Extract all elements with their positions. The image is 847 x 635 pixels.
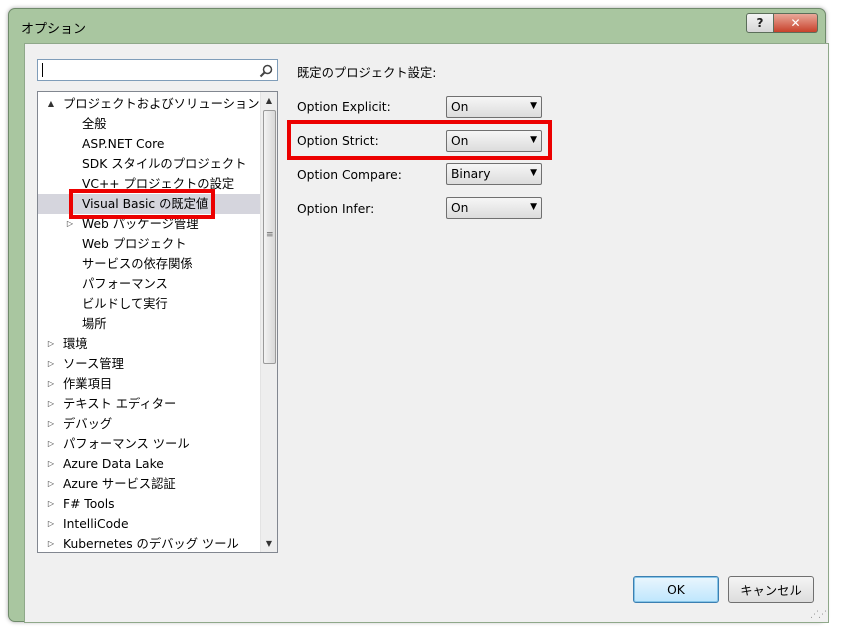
tree-item[interactable]: ASP.NET Core bbox=[38, 134, 261, 154]
tree-item-label: Web パッケージ管理 bbox=[82, 217, 199, 231]
option-infer-label: Option Infer: bbox=[297, 202, 375, 216]
tree-item[interactable]: ▷ デバッグ bbox=[38, 414, 261, 434]
scroll-down-arrow-icon[interactable]: ▼ bbox=[261, 535, 277, 552]
dialog-client-area: ▲ プロジェクトおよびソリューション 全般 ASP.NET Core SDK スタイルの… bbox=[24, 43, 829, 623]
dropdown-arrow-icon: ▼ bbox=[530, 101, 537, 111]
tree-item[interactable]: ▷ F# Tools bbox=[38, 494, 261, 514]
expand-arrow-icon[interactable]: ▷ bbox=[46, 414, 56, 434]
option-compare-select[interactable]: Binary ▼ bbox=[446, 163, 542, 185]
option-infer-select[interactable]: On ▼ bbox=[446, 197, 542, 219]
tree-item-label: ビルドして実行 bbox=[82, 297, 168, 311]
tree-item[interactable]: VC++ プロジェクトの設定 bbox=[38, 174, 261, 194]
tree-item-label: プロジェクトおよびソリューション bbox=[63, 97, 260, 111]
tree-item-label: VC++ プロジェクトの設定 bbox=[82, 177, 235, 191]
expand-arrow-icon[interactable]: ▷ bbox=[46, 354, 56, 374]
tree-item-label: 全般 bbox=[82, 117, 107, 131]
tree-item[interactable]: ▷ Azure Data Lake bbox=[38, 454, 261, 474]
expand-arrow-icon[interactable]: ▷ bbox=[46, 334, 56, 354]
tree-item-label: SDK スタイルのプロジェクト bbox=[82, 157, 247, 171]
window-title: オプション bbox=[21, 22, 87, 37]
text-caret bbox=[42, 63, 43, 77]
tree-item[interactable]: 全般 bbox=[38, 114, 261, 134]
search-icon[interactable] bbox=[258, 63, 274, 79]
tree-item[interactable]: ▷ Azure サービス認証 bbox=[38, 474, 261, 494]
expand-arrow-icon[interactable]: ▷ bbox=[46, 474, 56, 494]
tree-item-label: 場所 bbox=[82, 317, 107, 331]
expand-arrow-icon[interactable]: ▷ bbox=[46, 454, 56, 474]
options-dialog: オプション ? ✕ ▲ プロジェクトおよびソリューション 全般 ASP.NET Cor… bbox=[8, 8, 829, 623]
tree-item[interactable]: ▷ 作業項目 bbox=[38, 374, 261, 394]
resize-grip-icon[interactable]: ⋰⋰ bbox=[810, 610, 827, 620]
expand-arrow-icon[interactable]: ▷ bbox=[46, 534, 56, 552]
tree-item-label: Azure Data Lake bbox=[63, 457, 164, 471]
tree-item-label: サービスの依存関係 bbox=[82, 257, 193, 271]
tree-item-label: テキスト エディター bbox=[63, 397, 177, 411]
tree-item[interactable]: サービスの依存関係 bbox=[38, 254, 261, 274]
option-explicit-value: On bbox=[451, 100, 469, 114]
tree-item[interactable]: ▷ テキスト エディター bbox=[38, 394, 261, 414]
dropdown-arrow-icon: ▼ bbox=[530, 202, 537, 212]
tree-item[interactable]: ▷ Web パッケージ管理 bbox=[38, 214, 261, 234]
expand-arrow-icon[interactable]: ▷ bbox=[65, 214, 75, 234]
tree-item[interactable]: Web プロジェクト bbox=[38, 234, 261, 254]
expand-arrow-icon[interactable]: ▷ bbox=[46, 434, 56, 454]
tree-item[interactable]: Visual Basic の既定値 bbox=[38, 194, 261, 214]
expand-arrow-icon[interactable]: ▷ bbox=[46, 494, 56, 514]
tree-item-label: F# Tools bbox=[63, 497, 115, 511]
tree-item-label: ASP.NET Core bbox=[82, 137, 165, 151]
tree-scrollbar[interactable]: ▲ ≡ ▼ bbox=[260, 92, 277, 552]
collapse-arrow-icon[interactable]: ▲ bbox=[46, 94, 56, 114]
expand-arrow-icon[interactable]: ▷ bbox=[46, 374, 56, 394]
search-box[interactable] bbox=[37, 59, 278, 81]
tree-item[interactable]: ▷ Kubernetes のデバッグ ツール bbox=[38, 534, 261, 552]
tree-item-label: パフォーマンス ツール bbox=[63, 437, 190, 451]
dropdown-arrow-icon: ▼ bbox=[530, 168, 537, 178]
search-input[interactable] bbox=[40, 62, 254, 78]
ok-button[interactable]: OK bbox=[633, 576, 719, 603]
option-strict-label: Option Strict: bbox=[297, 134, 379, 148]
tree-item-label: 作業項目 bbox=[63, 377, 113, 391]
tree-item-label: 環境 bbox=[63, 337, 88, 351]
tree-item-label: Kubernetes のデバッグ ツール bbox=[63, 537, 239, 551]
tree-item-label: ソース管理 bbox=[63, 357, 124, 371]
window-controls: ? ✕ bbox=[746, 13, 818, 33]
tree-item[interactable]: ▲ プロジェクトおよびソリューション bbox=[38, 94, 261, 114]
tree-item[interactable]: 場所 bbox=[38, 314, 261, 334]
dropdown-arrow-icon: ▼ bbox=[530, 135, 537, 145]
option-infer-value: On bbox=[451, 201, 469, 215]
expand-arrow-icon[interactable]: ▷ bbox=[46, 394, 56, 414]
tree-item-label: パフォーマンス bbox=[82, 277, 168, 291]
scroll-up-arrow-icon[interactable]: ▲ bbox=[261, 92, 277, 109]
option-strict-select[interactable]: On ▼ bbox=[446, 130, 542, 152]
tree-item-label: デバッグ bbox=[63, 417, 113, 431]
tree-item[interactable]: ビルドして実行 bbox=[38, 294, 261, 314]
option-explicit-select[interactable]: On ▼ bbox=[446, 96, 542, 118]
option-explicit-label: Option Explicit: bbox=[297, 100, 391, 114]
scroll-thumb[interactable]: ≡ bbox=[263, 110, 276, 364]
close-button[interactable]: ✕ bbox=[774, 13, 818, 33]
tree-item-label: IntelliCode bbox=[63, 517, 129, 531]
option-compare-value: Binary bbox=[451, 167, 491, 181]
tree-item-label: Visual Basic の既定値 bbox=[82, 197, 209, 211]
settings-heading: 既定のプロジェクト設定: bbox=[297, 66, 437, 80]
tree-item[interactable]: ▷ 環境 bbox=[38, 334, 261, 354]
tree-item[interactable]: SDK スタイルのプロジェクト bbox=[38, 154, 261, 174]
tree-item[interactable]: パフォーマンス bbox=[38, 274, 261, 294]
tree-item-label: Azure サービス認証 bbox=[63, 477, 176, 491]
cancel-button[interactable]: キャンセル bbox=[728, 576, 814, 603]
help-button[interactable]: ? bbox=[746, 13, 774, 33]
option-compare-label: Option Compare: bbox=[297, 168, 402, 182]
tree-item[interactable]: ▷ IntelliCode bbox=[38, 514, 261, 534]
tree-item[interactable]: ▷ パフォーマンス ツール bbox=[38, 434, 261, 454]
tree-item-label: Web プロジェクト bbox=[82, 237, 187, 251]
option-strict-value: On bbox=[451, 134, 469, 148]
options-tree[interactable]: ▲ プロジェクトおよびソリューション 全般 ASP.NET Core SDK スタイルの… bbox=[37, 91, 278, 553]
tree-list: ▲ プロジェクトおよびソリューション全般 ASP.NET Core SDK スタイルの… bbox=[38, 92, 261, 552]
expand-arrow-icon[interactable]: ▷ bbox=[46, 514, 56, 534]
tree-item[interactable]: ▷ ソース管理 bbox=[38, 354, 261, 374]
grip-icon: ≡ bbox=[266, 230, 274, 240]
